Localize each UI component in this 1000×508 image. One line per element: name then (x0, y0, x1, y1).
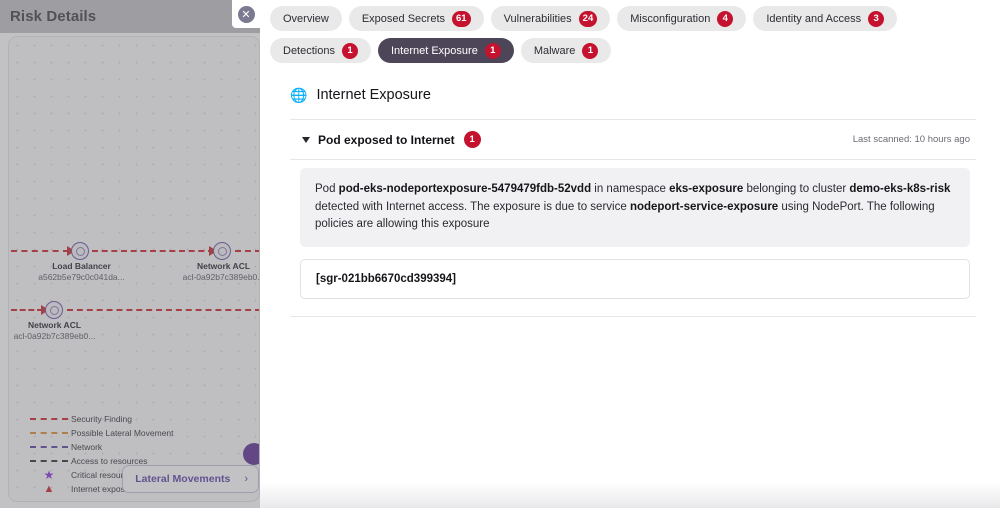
tab-count-badge: 1 (582, 42, 599, 59)
chevron-down-icon[interactable] (302, 136, 310, 143)
tab-label: Vulnerabilities (503, 12, 572, 25)
tab-malware[interactable]: Malware 1 (520, 38, 612, 63)
tab-misconfiguration[interactable]: Misconfiguration 4 (617, 6, 747, 31)
tab-count-badge: 61 (452, 10, 471, 27)
bottom-fade-overlay (260, 482, 1000, 508)
close-button[interactable]: ✕ (232, 0, 260, 28)
finding-title: Pod exposed to Internet (318, 132, 455, 147)
globe-icon: 🌐 (290, 87, 308, 103)
tab-count-badge: 4 (717, 10, 734, 27)
finding-body: Pod pod-eks-nodeportexposure-5479479fdb-… (290, 160, 976, 299)
tab-label: Malware (533, 44, 576, 57)
tab-label: Misconfiguration (630, 12, 711, 25)
risk-details-modal: Load Balancer a562b5e79c0c041da... Netwo… (0, 0, 1000, 508)
section-heading: 🌐 Internet Exposure (290, 87, 976, 103)
tab-label: Overview (283, 12, 329, 25)
tab-label: Detections (283, 44, 335, 57)
graph-panel: Load Balancer a562b5e79c0c041da... Netwo… (0, 0, 260, 508)
policy-item[interactable]: [sgr-021bb6670cd399394] (300, 258, 970, 299)
tab-detections[interactable]: Detections 1 (270, 38, 371, 63)
panel-overlay-scrim-top (0, 0, 260, 33)
tab-exposed-secrets[interactable]: Exposed Secrets 61 (348, 6, 484, 31)
tab-count-badge: 1 (484, 42, 501, 59)
tab-identity-and-access[interactable]: Identity and Access 3 (753, 6, 898, 31)
last-scanned-text: Last scanned: 10 hours ago (852, 134, 970, 145)
tab-vulnerabilities[interactable]: Vulnerabilities 24 (490, 6, 611, 31)
details-content: 🌐 Internet Exposure Pod exposed to Inter… (260, 63, 1000, 317)
tab-count-badge: 3 (868, 10, 885, 27)
tab-label: Identity and Access (766, 12, 862, 25)
finding-count-badge: 1 (463, 131, 481, 148)
details-panel: Overview Exposed Secrets 61 Vulnerabilit… (260, 0, 1000, 508)
section-heading-label: Internet Exposure (316, 87, 431, 103)
tab-count-badge: 24 (578, 10, 598, 27)
tab-bar: Overview Exposed Secrets 61 Vulnerabilit… (260, 0, 1000, 63)
tab-internet-exposure[interactable]: Internet Exposure 1 (377, 38, 514, 63)
finding-description: Pod pod-eks-nodeportexposure-5479479fdb-… (300, 168, 970, 247)
tab-label: Exposed Secrets (361, 12, 445, 25)
tab-label: Internet Exposure (390, 44, 478, 57)
finding-header: Pod exposed to Internet 1 Last scanned: … (290, 120, 976, 159)
tab-count-badge: 1 (341, 42, 358, 59)
tab-overview[interactable]: Overview (270, 6, 342, 31)
divider (290, 315, 976, 317)
panel-overlay-scrim (0, 0, 260, 508)
close-icon: ✕ (237, 5, 255, 23)
